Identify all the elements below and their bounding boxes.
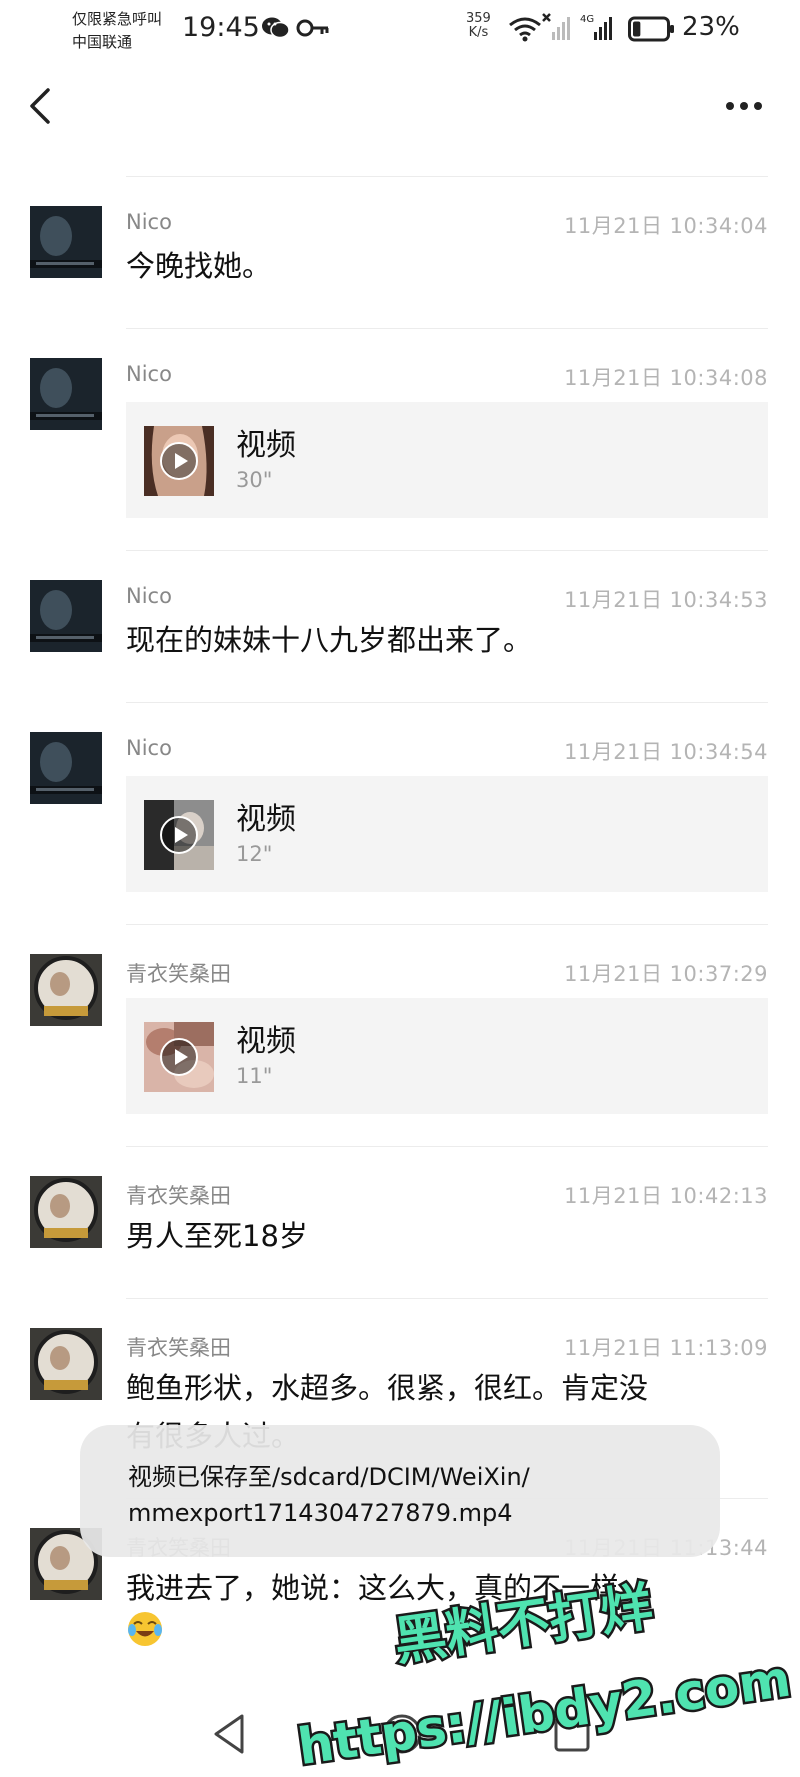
record-item[interactable]: Nico 11月21日 10:34:08 视频 30" [0, 352, 800, 542]
avatar-nico[interactable] [30, 732, 102, 804]
divider [126, 702, 768, 703]
avatar-nico[interactable] [30, 580, 102, 652]
divider [126, 550, 768, 551]
record-item[interactable]: 青衣笑桑田 11月21日 10:37:29 视频 11" [0, 948, 800, 1138]
toast-line-1: 视频已保存至/sdcard/DCIM/WeiXin/ [128, 1463, 530, 1491]
signal-4g-icon: 4G [580, 14, 612, 40]
message-text-line-1: 鲍鱼形状，水超多。很紧，很红。肯定没 [126, 1371, 649, 1405]
divider [126, 924, 768, 925]
record-item[interactable]: Nico 11月21日 10:34:53 现在的妹妹十八九岁都出来了。 [0, 574, 800, 698]
carrier-line-2: 中国联通 [72, 33, 133, 51]
video-duration: 30" [236, 468, 273, 492]
more-icon [726, 102, 762, 110]
timestamp: 11月21日 10:34:08 [564, 366, 768, 390]
video-thumbnail [144, 1022, 214, 1092]
sender-name: 青衣笑桑田 [126, 1336, 231, 1360]
carrier-line-1: 仅限紧急呼叫 [72, 10, 163, 28]
video-thumbnail [144, 426, 214, 496]
key-icon [296, 19, 329, 37]
watermark-title: 黑料不打烊 [391, 1577, 657, 1673]
video-message-card[interactable]: 视频 11" [126, 998, 768, 1114]
battery-icon [628, 16, 674, 42]
net-speed-value: 359 [466, 11, 491, 26]
record-item[interactable]: 青衣笑桑田 11月21日 10:42:13 男人至死18岁 [0, 1170, 800, 1294]
video-label: 视频 [236, 1024, 296, 1059]
timestamp: 11月21日 10:34:54 [564, 740, 768, 764]
watermark-url: https://ibdy2.com [294, 1650, 794, 1770]
toast-line-2: mmexport1714304727879.mp4 [128, 1499, 513, 1527]
sender-name: Nico [126, 210, 172, 234]
watermark: 黑料不打烊 https://ibdy2.com [292, 1575, 797, 1770]
divider [126, 1146, 768, 1147]
timestamp: 11月21日 10:37:29 [564, 962, 768, 986]
net-speed: 359 K/s [466, 12, 491, 40]
sender-name: Nico [126, 736, 172, 760]
play-icon [160, 816, 198, 854]
video-thumbnail [144, 800, 214, 870]
status-time: 19:45 [182, 12, 260, 43]
message-text: 男人至死18岁 [126, 1219, 308, 1253]
timestamp: 11月21日 11:13:09 [564, 1336, 768, 1360]
play-icon [160, 442, 198, 480]
timestamp: 11月21日 10:42:13 [564, 1184, 768, 1208]
laughing-crying-emoji-icon [128, 1612, 162, 1646]
video-message-card[interactable]: 视频 30" [126, 402, 768, 518]
avatar-nico[interactable] [30, 358, 102, 430]
signal-no-sim-icon [542, 13, 570, 40]
sender-name: 青衣笑桑田 [126, 962, 231, 986]
wechat-icon [262, 17, 290, 39]
video-label: 视频 [236, 802, 296, 837]
record-item[interactable]: Nico 11月21日 10:34:54 视频 12" [0, 726, 800, 916]
divider [126, 328, 768, 329]
timestamp: 11月21日 10:34:53 [564, 588, 768, 612]
video-label: 视频 [236, 428, 296, 463]
battery-fill [633, 21, 641, 37]
carrier-info: 仅限紧急呼叫 中国联通 [72, 8, 162, 54]
video-duration: 11" [236, 1064, 273, 1088]
battery-percent: 23% [682, 12, 740, 42]
timestamp: 11月21日 10:34:04 [564, 214, 768, 238]
avatar-qingyi[interactable] [30, 1328, 102, 1400]
sender-name: Nico [126, 362, 172, 386]
sender-name: 青衣笑桑田 [126, 1184, 231, 1208]
message-text: 今晚找她。 [126, 249, 272, 283]
avatar-qingyi[interactable] [30, 1176, 102, 1248]
net-speed-unit: K/s [468, 25, 489, 40]
more-button[interactable] [722, 86, 766, 126]
avatar-qingyi[interactable] [30, 954, 102, 1026]
message-text: 现在的妹妹十八九岁都出来了。 [126, 623, 533, 657]
play-icon [160, 1038, 198, 1076]
status-bar: 仅限紧急呼叫 中国联通 19:45 359 K/s 4G 23% [0, 0, 800, 62]
divider [126, 176, 768, 177]
divider [126, 1298, 768, 1299]
video-message-card[interactable]: 视频 12" [126, 776, 768, 892]
avatar-nico[interactable] [30, 206, 102, 278]
video-duration: 12" [236, 842, 273, 866]
nav-back-triangle-icon[interactable] [210, 1712, 250, 1756]
save-toast: 视频已保存至/sdcard/DCIM/WeiXin/ mmexport17143… [80, 1425, 720, 1557]
sender-name: Nico [126, 584, 172, 608]
nav-bar [0, 62, 800, 150]
back-arrow-icon [30, 88, 50, 124]
network-type-label: 4G [580, 14, 594, 25]
wifi-icon [509, 17, 541, 42]
record-item[interactable]: Nico 11月21日 10:34:04 今晚找她。 [0, 200, 800, 324]
back-button[interactable] [24, 82, 64, 130]
